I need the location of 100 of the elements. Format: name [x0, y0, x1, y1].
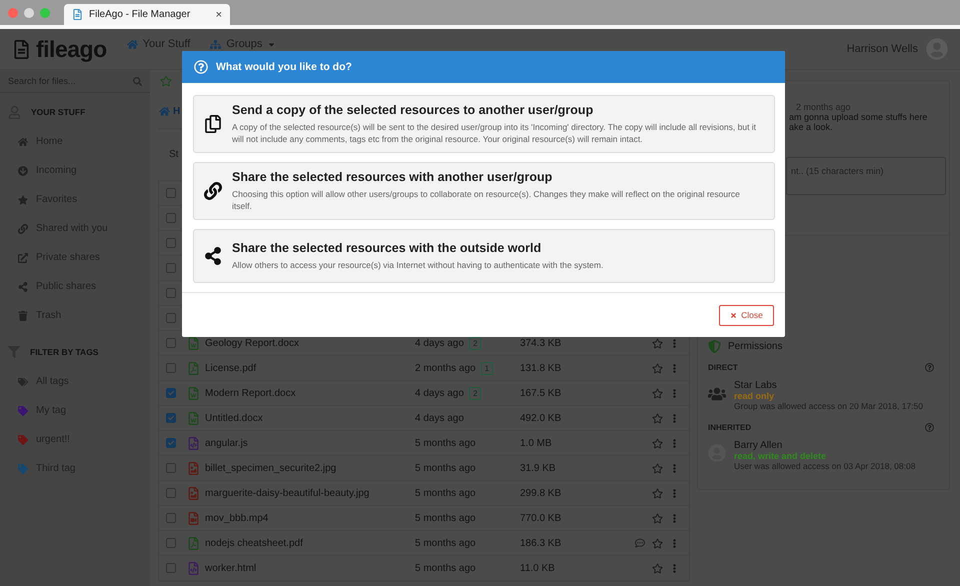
checkbox[interactable]	[166, 263, 176, 273]
star-icon	[18, 194, 28, 204]
comment-icon[interactable]	[635, 538, 645, 548]
file-name[interactable]: Untitled.docx	[205, 412, 415, 424]
file-name[interactable]: Geology Report.docx	[205, 338, 415, 348]
close-button[interactable]: Close	[719, 304, 774, 326]
file-size: 186.3 KB	[520, 538, 562, 548]
checkbox[interactable]	[166, 538, 176, 548]
file-name[interactable]: worker.html	[205, 562, 415, 574]
browser-tab[interactable]: FileAgo - File Manager ×	[64, 4, 230, 25]
word-file-icon	[187, 412, 200, 424]
checkbox[interactable]	[166, 338, 176, 348]
checkbox[interactable]	[166, 313, 176, 323]
tab-close-button[interactable]: ×	[216, 8, 222, 20]
permissions-title: Permissions	[728, 341, 782, 352]
external-link-icon	[18, 252, 28, 262]
modified-date: 2 months ago	[415, 362, 476, 374]
video-file-icon	[187, 512, 200, 524]
modified-date: 5 months ago	[415, 538, 476, 548]
star-icon[interactable]	[652, 462, 663, 474]
pdf-file-icon	[187, 536, 200, 550]
checkbox[interactable]	[166, 463, 176, 473]
file-icon	[72, 9, 83, 20]
home-icon[interactable]	[159, 106, 170, 116]
file-name[interactable]: marguerite-daisy-beautiful-beauty.jpg	[205, 488, 415, 498]
dialog-title: What would you like to do?	[216, 61, 352, 73]
checkbox[interactable]	[166, 288, 176, 298]
star-icon[interactable]	[652, 512, 663, 524]
checkbox[interactable]	[166, 388, 176, 398]
star-icon[interactable]	[652, 488, 663, 498]
close-window-icon[interactable]	[8, 8, 18, 18]
access-level: read, write and delete	[734, 451, 828, 461]
star-icon[interactable]	[652, 388, 663, 398]
file-name[interactable]: mov_bbb.mp4	[205, 512, 415, 524]
option-button[interactable]: Share the selected resources with the outside world Allow others to access your resource(s) via Internet without having to authenticate with the system.	[193, 229, 775, 283]
file-size: 167.5 KB	[520, 388, 562, 398]
file-name[interactable]: License.pdf	[205, 362, 415, 374]
help-icon[interactable]	[925, 363, 934, 372]
breadcrumb-link[interactable]: H	[173, 106, 180, 116]
share-icon	[204, 247, 222, 265]
star-icon[interactable]	[652, 538, 663, 548]
file-size: 11.0 KB	[520, 562, 556, 574]
word-file-icon	[187, 386, 200, 400]
star-icon[interactable]	[652, 362, 663, 374]
checkbox[interactable]	[166, 438, 176, 448]
code-file-icon	[187, 436, 200, 450]
file-name[interactable]: angular.js	[205, 438, 415, 448]
star-icon[interactable]	[652, 562, 663, 574]
trash-icon	[18, 310, 28, 320]
sitemap-icon	[210, 38, 222, 50]
file-size: 374.3 KB	[520, 338, 562, 348]
help-icon[interactable]	[925, 423, 934, 432]
copy-icon	[204, 115, 222, 133]
file-size: 492.0 KB	[520, 412, 562, 424]
modified-date: 5 months ago	[415, 488, 476, 498]
file-size: 1.0 MB	[520, 438, 553, 448]
file-name[interactable]: Modern Report.docx	[205, 388, 415, 398]
modified-date: 4 days ago	[415, 412, 464, 424]
option-button[interactable]: Share the selected resources with another user/group Choosing this option will allow other users/groups to collaborate on resource(s). Changes they make will reflect on the original resource itself.	[193, 162, 775, 220]
permission-name: Barry Allen	[734, 440, 784, 451]
checkbox[interactable]	[166, 188, 176, 198]
version-badge: 1	[480, 362, 494, 374]
home-icon	[126, 38, 138, 50]
permission-name: Star Labs	[734, 380, 778, 391]
checkbox[interactable]	[166, 363, 176, 373]
home-icon	[18, 136, 28, 146]
file-name[interactable]: nodejs cheatsheet.pdf	[205, 538, 415, 548]
star-icon[interactable]	[652, 412, 663, 424]
link-icon	[204, 182, 222, 200]
file-name[interactable]: billet_specimen_securite2.jpg	[205, 462, 415, 474]
checkbox[interactable]	[166, 563, 176, 573]
checkbox[interactable]	[166, 238, 176, 248]
modified-date: 5 months ago	[415, 438, 476, 448]
help-icon	[194, 60, 208, 74]
modified-date: 4 days ago	[415, 338, 464, 348]
access-level: read only	[734, 391, 776, 401]
search-icon[interactable]	[133, 76, 142, 86]
modified-date: 5 months ago	[415, 562, 476, 574]
checkbox[interactable]	[166, 413, 176, 423]
minimize-window-icon[interactable]	[24, 8, 34, 18]
modified-date: 4 days ago	[415, 388, 464, 398]
close-icon	[730, 312, 738, 318]
checkbox[interactable]	[166, 488, 176, 498]
file-size: 131.8 KB	[520, 362, 562, 374]
option-button[interactable]: Send a copy of the selected resources to another user/group A copy of the selected resource(s) will be sent to the desired user/group into its 'Incoming' directory. The copy will include all revisions, but it will not include any comments, tags etc from the original resource. Your original resource(s) will remain intact.	[193, 95, 775, 153]
logo-icon	[12, 40, 31, 58]
comment-text: am gonna upload some stuffs here	[789, 112, 928, 122]
checkbox[interactable]	[166, 213, 176, 223]
word-file-icon	[187, 336, 200, 350]
star-icon[interactable]	[652, 338, 663, 348]
star-icon[interactable]	[652, 438, 663, 448]
checkbox[interactable]	[166, 513, 176, 523]
link-icon	[18, 224, 28, 234]
modified-date: 5 months ago	[415, 462, 476, 474]
pdf-file-icon	[187, 362, 200, 374]
file-size: 299.8 KB	[520, 488, 562, 498]
shield-icon	[708, 340, 721, 353]
star-icon[interactable]	[160, 75, 172, 87]
logo: fileago	[36, 36, 107, 62]
maximize-window-icon[interactable]	[40, 8, 50, 18]
